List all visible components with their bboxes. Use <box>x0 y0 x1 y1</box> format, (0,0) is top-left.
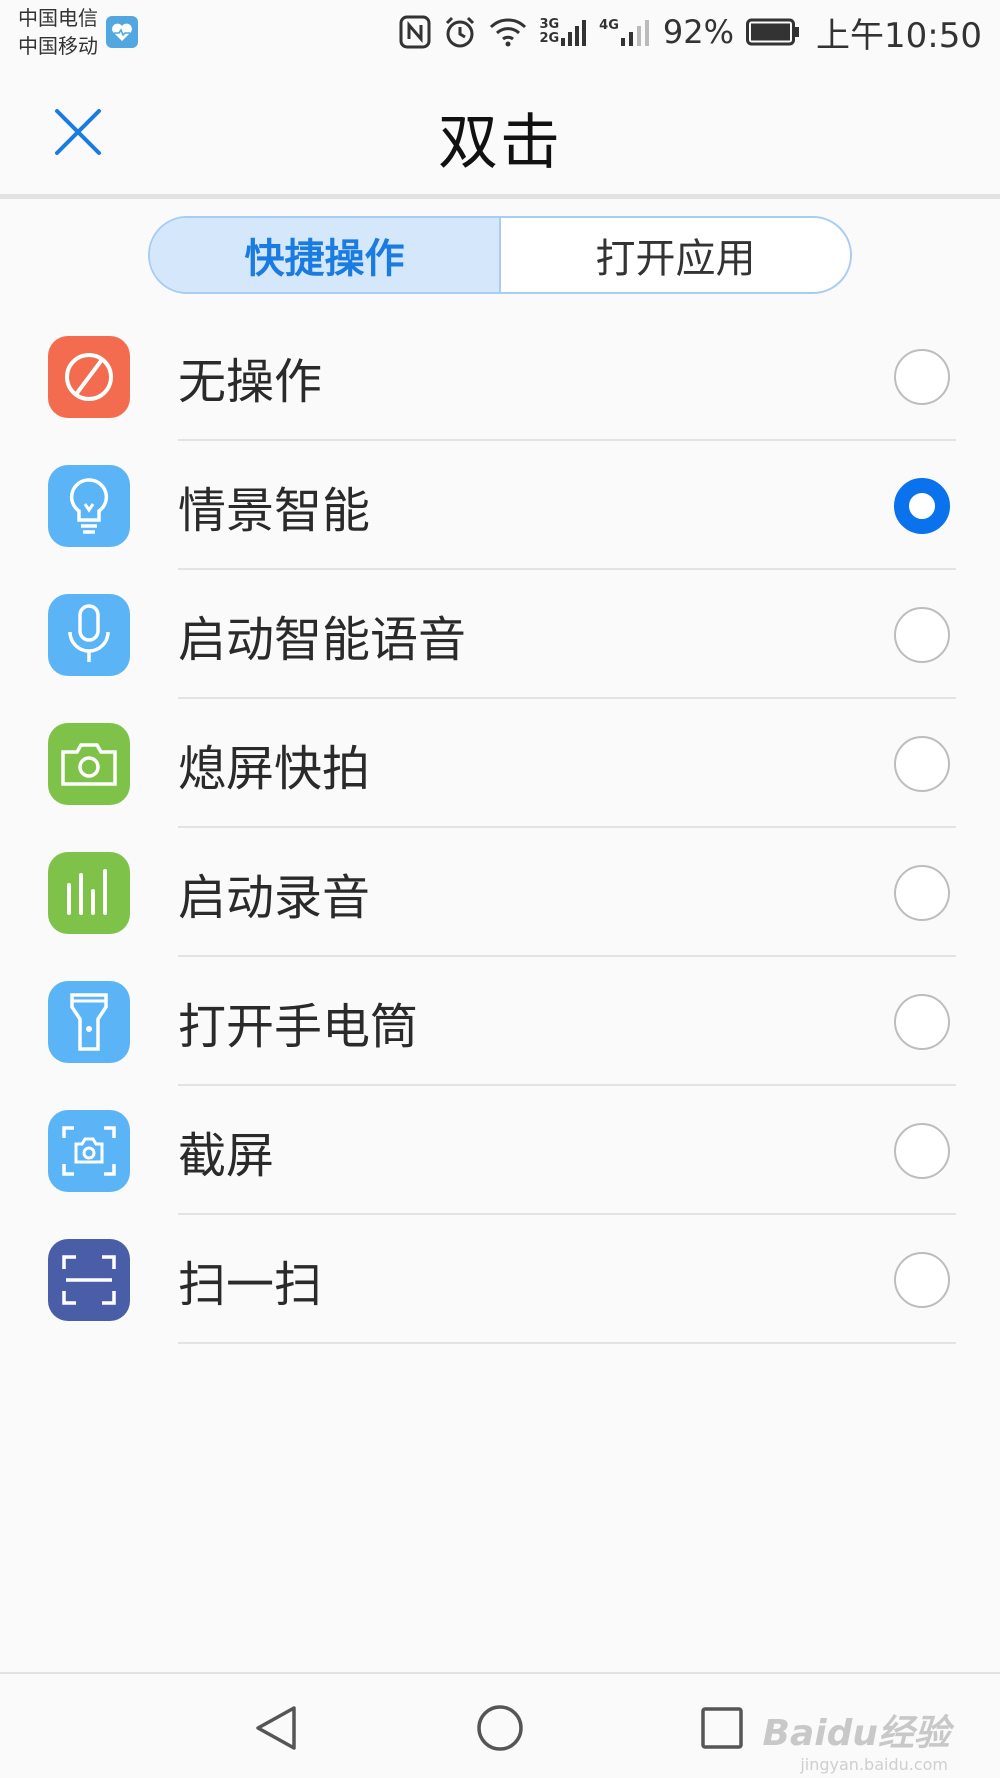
screenshot-icon <box>48 1110 130 1192</box>
nfc-icon <box>399 15 431 49</box>
carrier-1: 中国电信 <box>18 6 98 30</box>
radio-button[interactable] <box>894 1252 950 1308</box>
header-divider <box>0 194 1000 199</box>
radio-button[interactable] <box>894 736 950 792</box>
option-label: 无操作 <box>178 353 323 410</box>
camera-icon <box>48 723 130 805</box>
clock: 上午10:50 <box>816 15 982 56</box>
signal-2-indicator: 4G <box>599 18 651 46</box>
page-title: 双击 <box>438 108 562 178</box>
recents-button[interactable] <box>692 1698 752 1758</box>
option-list: 无操作 情景智能 启动智能语音 熄屏快拍 启动录音 打开手电筒 截屏 扫一扫 <box>0 312 1000 1344</box>
signal-bars-icon <box>561 20 587 46</box>
option-scene-intelligence[interactable]: 情景智能 <box>0 441 1000 570</box>
watermark-brand: Baidu经验 <box>762 1713 950 1754</box>
option-scan[interactable]: 扫一扫 <box>0 1215 1000 1344</box>
option-start-recording[interactable]: 启动录音 <box>0 828 1000 957</box>
status-icons: 3G 2G 4G 92% 上午10:50 <box>399 8 982 57</box>
segmented-tabs: 快捷操作 打开应用 <box>148 216 852 294</box>
option-label: 启动录音 <box>178 869 371 926</box>
network-type-2: 2G <box>539 31 560 46</box>
option-flashlight[interactable]: 打开手电筒 <box>0 957 1000 1086</box>
status-bar: 中国电信 中国移动 3G 2G 4G 92% 上午10:50 <box>0 0 1000 64</box>
flashlight-icon <box>48 981 130 1063</box>
radio-button[interactable] <box>894 994 950 1050</box>
option-label: 情景智能 <box>178 482 371 539</box>
tab-open-app[interactable]: 打开应用 <box>501 218 850 292</box>
prohibit-icon <box>48 336 130 418</box>
option-screen-off-snap[interactable]: 熄屏快拍 <box>0 699 1000 828</box>
radio-button[interactable] <box>894 607 950 663</box>
recents-square-icon <box>701 1707 743 1749</box>
signal-bars-icon <box>620 20 649 46</box>
network-type-1: 3G <box>539 17 560 32</box>
option-label: 熄屏快拍 <box>178 740 371 797</box>
radio-button-selected[interactable] <box>894 478 950 534</box>
alarm-icon <box>446 16 475 48</box>
option-label: 启动智能语音 <box>178 611 467 668</box>
health-heart-icon <box>106 16 138 48</box>
navigation-bar: Baidu经验 jingyan.baidu.com <box>0 1674 1000 1778</box>
option-label: 打开手电筒 <box>178 998 419 1055</box>
signal-1-indicator: 3G 2G <box>539 18 587 46</box>
network-type-3: 4G <box>599 18 619 33</box>
battery-percent: 92% <box>662 13 735 51</box>
back-button[interactable] <box>246 1698 306 1758</box>
sound-bars-icon <box>48 852 130 934</box>
radio-button[interactable] <box>894 865 950 921</box>
radio-button[interactable] <box>894 349 950 405</box>
scan-icon <box>48 1239 130 1321</box>
carrier-2: 中国移动 <box>18 34 98 58</box>
wifi-icon <box>490 18 527 47</box>
lightbulb-icon <box>48 465 130 547</box>
microphone-icon <box>48 594 130 676</box>
carrier-info: 中国电信 中国移动 <box>18 4 138 60</box>
home-circle-icon <box>477 1705 523 1751</box>
header: 双击 <box>0 64 1000 194</box>
watermark-url: jingyan.baidu.com <box>800 1755 948 1774</box>
back-triangle-icon <box>256 1706 296 1750</box>
option-label: 扫一扫 <box>178 1256 323 1313</box>
battery-icon <box>746 18 800 46</box>
tab-quick-actions[interactable]: 快捷操作 <box>150 218 501 292</box>
option-screenshot[interactable]: 截屏 <box>0 1086 1000 1215</box>
option-no-action[interactable]: 无操作 <box>0 312 1000 441</box>
option-label: 截屏 <box>178 1127 275 1184</box>
option-voice-assistant[interactable]: 启动智能语音 <box>0 570 1000 699</box>
radio-button[interactable] <box>894 1123 950 1179</box>
divider <box>178 1342 956 1344</box>
home-button[interactable] <box>470 1698 530 1758</box>
